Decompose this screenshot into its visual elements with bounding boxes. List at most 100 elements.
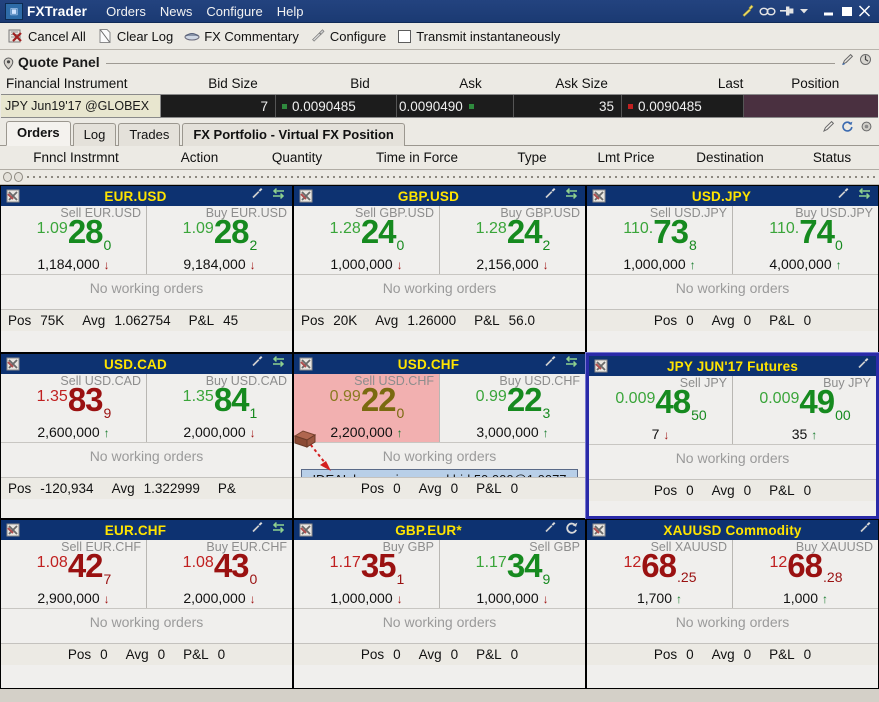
sell-side[interactable]: Sell USD.CAD 1.35 83 9 2,600,000 ↑: [1, 374, 147, 442]
buy-side[interactable]: Buy USD.CHF 0.99 22 3 3,000,000 ↑: [440, 374, 585, 442]
refresh-icon[interactable]: [859, 53, 872, 71]
maximize-button[interactable]: [839, 4, 854, 18]
sell-side[interactable]: Sell GBP 1.17 34 9 1,000,000 ↓: [440, 540, 585, 608]
collapse-icon[interactable]: [3, 56, 14, 70]
wrench-icon[interactable]: [250, 187, 264, 205]
fx-panel-eur-usd[interactable]: EUR.USD Sell EUR.USD 1.09 28 0 1,184,000…: [0, 185, 293, 353]
fx-panel-usd-jpy[interactable]: USD.JPY Sell USD.JPY 110. 73 8 1,000,000…: [586, 185, 879, 353]
fx-panel-xauusd[interactable]: XAUUSD Commodity Sell XAUUSD 12 68.25 1,7…: [586, 519, 879, 689]
refresh-icon[interactable]: [841, 120, 854, 138]
gear-icon[interactable]: [860, 120, 873, 138]
wrench-icon[interactable]: [250, 521, 264, 539]
sell-side[interactable]: Sell JPY 0.009 48 50 7 ↓: [589, 376, 733, 444]
wrench-icon[interactable]: [739, 3, 756, 19]
menu-item-help[interactable]: Help: [270, 3, 311, 20]
column-destination[interactable]: Destination: [675, 150, 785, 165]
buy-side[interactable]: Buy JPY 0.009 49 00 35 ↑: [733, 376, 876, 444]
fx-panel-usd-chf[interactable]: USD.CHF Sell USD.CHF 0.99 22 0 2,200,000…: [293, 353, 586, 519]
buy-side[interactable]: Buy GBP 1.17 35 1 1,000,000 ↓: [294, 540, 440, 608]
column-lmt-price[interactable]: Lmt Price: [577, 150, 675, 165]
wrench-icon[interactable]: [250, 355, 264, 373]
swap-arrows-icon[interactable]: [564, 187, 579, 205]
scissors-icon[interactable]: [298, 523, 314, 538]
column-time-in-force[interactable]: Time in Force: [347, 150, 487, 165]
swap-arrows-icon[interactable]: [271, 521, 286, 539]
buy-side[interactable]: Buy GBP.USD 1.28 24 2 2,156,000 ↓: [440, 206, 585, 274]
pin-icon[interactable]: [779, 3, 796, 19]
cancel-all-button[interactable]: Cancel All: [5, 26, 92, 46]
refresh-circular-icon[interactable]: [564, 521, 579, 540]
column-quantity[interactable]: Quantity: [247, 150, 347, 165]
swap-arrows-icon[interactable]: [564, 355, 579, 373]
column-bid-size[interactable]: Bid Size: [182, 76, 266, 91]
tab-orders[interactable]: Orders: [6, 121, 71, 146]
wrench-icon[interactable]: [856, 357, 870, 375]
column-type[interactable]: Type: [487, 150, 577, 165]
scissors-icon[interactable]: [5, 357, 21, 372]
splitter-handle[interactable]: [0, 170, 879, 185]
column-bid[interactable]: Bid: [266, 76, 378, 91]
tab-fx-portfolio[interactable]: FX Portfolio - Virtual FX Position: [182, 123, 405, 146]
sell-side[interactable]: Sell EUR.USD 1.09 28 0 1,184,000 ↓: [1, 206, 147, 274]
column-position[interactable]: Position: [751, 76, 879, 91]
wrench-icon[interactable]: [543, 187, 557, 205]
buy-price-big: 22: [506, 381, 543, 418]
no-working-orders-text: No working orders: [675, 450, 790, 466]
swap-arrows-icon[interactable]: [271, 187, 286, 205]
scissors-icon[interactable]: [5, 189, 21, 204]
buy-side[interactable]: Buy USD.JPY 110. 74 0 4,000,000 ↑: [733, 206, 878, 274]
buy-side[interactable]: Buy EUR.CHF 1.08 43 0 2,000,000 ↓: [147, 540, 292, 608]
column-action[interactable]: Action: [152, 150, 247, 165]
column-ask[interactable]: Ask: [378, 76, 490, 91]
fx-panel-gbp-usd[interactable]: GBP.USD Sell GBP.USD 1.28 24 0 1,000,000…: [293, 185, 586, 353]
tab-trades[interactable]: Trades: [118, 123, 181, 146]
wrench-icon[interactable]: [836, 187, 850, 205]
column-status[interactable]: Status: [785, 150, 879, 165]
link-chain-icon[interactable]: [759, 3, 776, 19]
fx-panel-usd-cad[interactable]: USD.CAD Sell USD.CAD 1.35 83 9 2,600,000…: [0, 353, 293, 519]
pencil-icon[interactable]: [841, 53, 854, 71]
sell-side[interactable]: Sell EUR.CHF 1.08 42 7 2,900,000 ↓: [1, 540, 147, 608]
fx-panel-eur-chf[interactable]: EUR.CHF Sell EUR.CHF 1.08 42 7 2,900,000…: [0, 519, 293, 689]
column-financial-instrument[interactable]: Financial Instrument: [0, 76, 182, 91]
swap-arrows-icon[interactable]: [857, 187, 872, 205]
column-ask-size[interactable]: Ask Size: [490, 76, 616, 91]
column-fnncl-instrmnt[interactable]: Fnncl Instrmnt: [0, 150, 152, 165]
fx-panel-jpy-futures[interactable]: JPY JUN'17 Futures Sell JPY 0.009 48 50 7 ↓: [585, 352, 879, 520]
swap-arrows-icon[interactable]: [271, 355, 286, 373]
cancel-all-label: Cancel All: [28, 28, 86, 44]
scissors-icon[interactable]: [298, 357, 314, 372]
dropdown-caret-icon[interactable]: [799, 3, 808, 19]
sell-side[interactable]: Sell XAUUSD 12 68.25 1,700 ↑: [587, 540, 733, 608]
menu-item-news[interactable]: News: [153, 3, 200, 20]
sell-side[interactable]: Sell USD.JPY 110. 73 8 1,000,000 ↑: [587, 206, 733, 274]
pencil-icon[interactable]: [822, 120, 835, 138]
menu-item-configure[interactable]: Configure: [199, 3, 269, 20]
arrow-down-icon: ↓: [103, 592, 110, 606]
menu-item-orders[interactable]: Orders: [99, 3, 153, 20]
buy-size-value: 1,000,000: [330, 590, 393, 606]
clear-log-button[interactable]: Clear Log: [94, 26, 179, 46]
fx-commentary-button[interactable]: FX Commentary: [181, 26, 305, 46]
scissors-icon[interactable]: [591, 523, 607, 538]
fx-panel-gbp-eur[interactable]: GBP.EUR* Buy GBP 1.17 35 1 1,000,000 ↓ S…: [293, 519, 586, 689]
wrench-icon[interactable]: [858, 521, 872, 539]
transmit-instantaneously-checkbox[interactable]: Transmit instantaneously: [394, 27, 564, 46]
buy-side[interactable]: Buy EUR.USD 1.09 28 2 9,184,000 ↓: [147, 206, 292, 274]
scissors-icon[interactable]: [298, 189, 314, 204]
buy-price-big: 68: [787, 547, 823, 584]
quote-row[interactable]: JPY Jun19'17 @GLOBEX 7 0.0090485 0.00904…: [1, 94, 878, 118]
scissors-icon[interactable]: [593, 359, 609, 374]
minimize-button[interactable]: [821, 4, 836, 18]
wrench-icon[interactable]: [543, 521, 557, 539]
configure-button[interactable]: Configure: [307, 26, 392, 46]
wrench-icon[interactable]: [543, 355, 557, 373]
column-last[interactable]: Last: [616, 76, 752, 91]
buy-side[interactable]: Buy XAUUSD 12 68.28 1,000 ↑: [733, 540, 878, 608]
tab-log[interactable]: Log: [72, 123, 117, 146]
scissors-icon[interactable]: [5, 523, 21, 538]
buy-side[interactable]: Buy USD.CAD 1.35 84 1 2,000,000 ↓: [147, 374, 292, 442]
scissors-icon[interactable]: [591, 189, 607, 204]
close-button[interactable]: [857, 4, 872, 18]
sell-side[interactable]: Sell GBP.USD 1.28 24 0 1,000,000 ↓: [294, 206, 440, 274]
